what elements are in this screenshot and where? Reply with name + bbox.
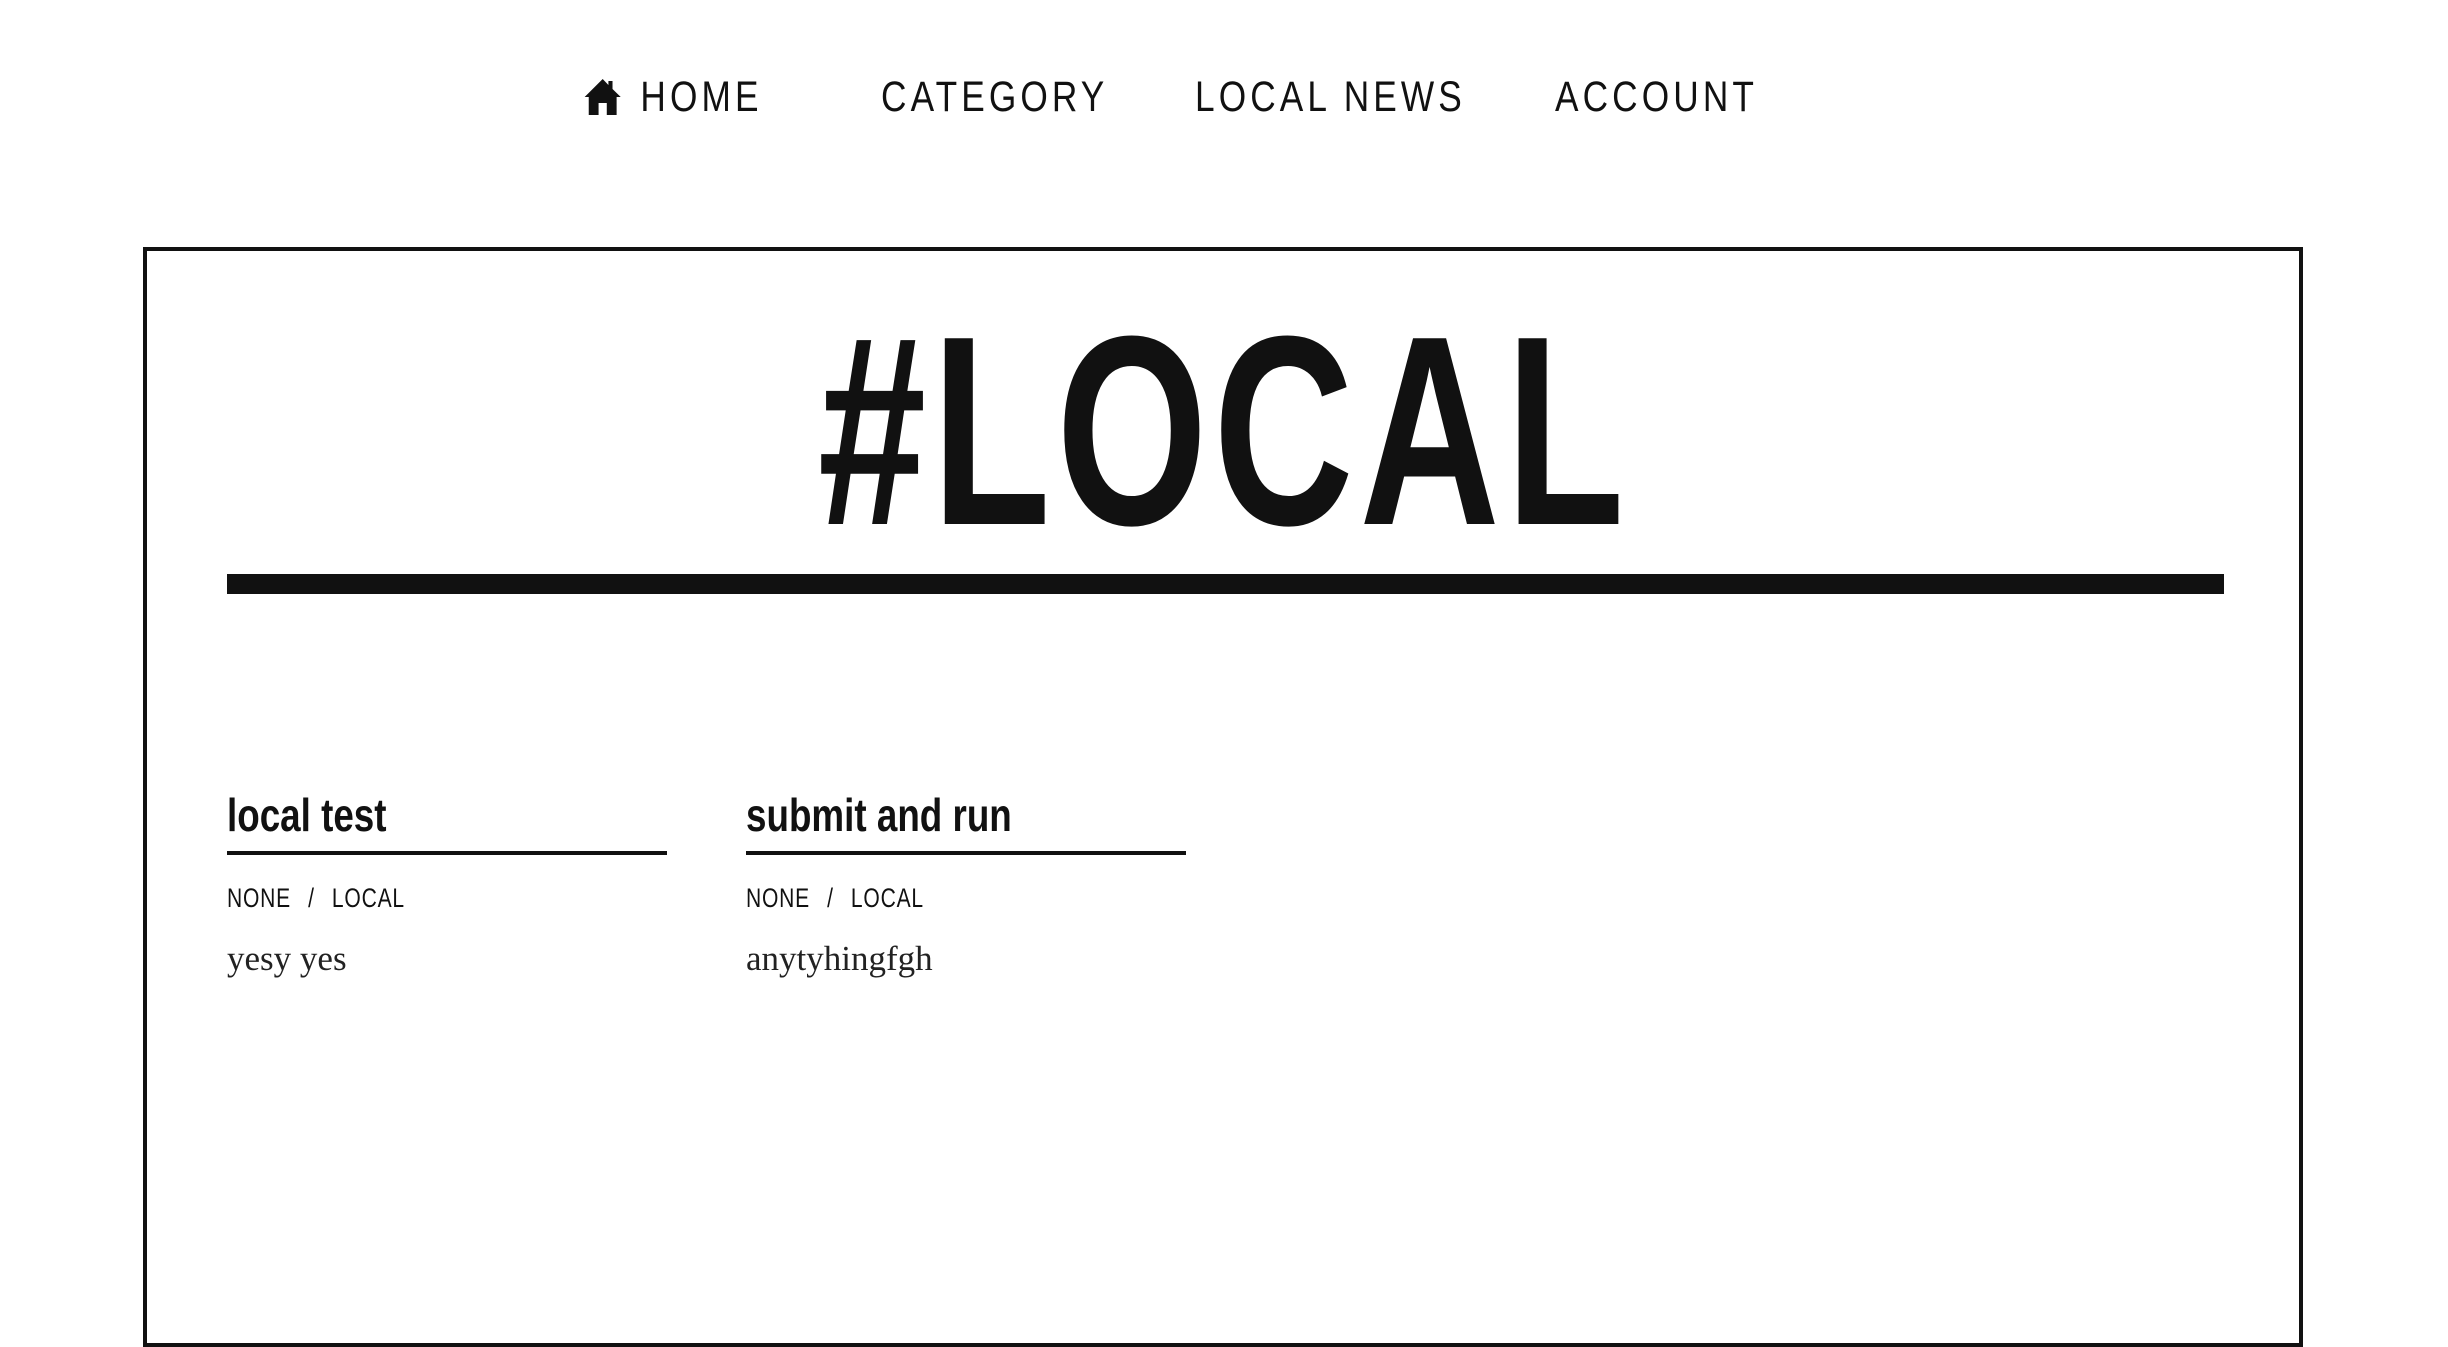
post-meta-separator: / xyxy=(827,883,834,913)
nav-home-link[interactable]: HOME xyxy=(583,62,763,132)
nav-category-label: CATEGORY xyxy=(881,72,1109,121)
top-navigation: HOME CATEGORY LOCAL NEWS ACCOUNT xyxy=(0,62,2448,132)
home-icon xyxy=(583,77,622,117)
page-title-text: #LOCAL xyxy=(817,281,1631,582)
post-meta-author[interactable]: NONE xyxy=(746,883,810,913)
post-title-divider xyxy=(746,851,1186,855)
post-meta: NONE / LOCAL xyxy=(746,881,1091,915)
post-card: submit and run NONE / LOCAL anytyhingfgh xyxy=(746,785,1188,981)
post-meta-category[interactable]: LOCAL xyxy=(851,883,924,913)
post-title-link[interactable]: submit and run xyxy=(746,785,1100,845)
post-excerpt: yesy yes xyxy=(227,939,347,978)
title-divider xyxy=(227,574,2224,594)
nav-home-label: HOME xyxy=(640,72,763,121)
nav-account-label: ACCOUNT xyxy=(1555,72,1759,121)
post-title-link[interactable]: local test xyxy=(227,785,581,845)
post-excerpt: anytyhingfgh xyxy=(746,939,933,978)
post-card: local test NONE / LOCAL yesy yes xyxy=(227,785,669,981)
nav-category-link[interactable]: CATEGORY xyxy=(881,62,1108,132)
page-title: #LOCAL xyxy=(0,281,2448,582)
post-title-divider xyxy=(227,851,667,855)
nav-account-link[interactable]: ACCOUNT xyxy=(1555,62,1758,132)
post-meta-category[interactable]: LOCAL xyxy=(332,883,405,913)
nav-local-news-label: LOCAL NEWS xyxy=(1195,72,1466,121)
post-meta: NONE / LOCAL xyxy=(227,881,572,915)
post-meta-separator: / xyxy=(308,883,315,913)
post-meta-author[interactable]: NONE xyxy=(227,883,291,913)
nav-local-news-link[interactable]: LOCAL NEWS xyxy=(1195,62,1466,132)
